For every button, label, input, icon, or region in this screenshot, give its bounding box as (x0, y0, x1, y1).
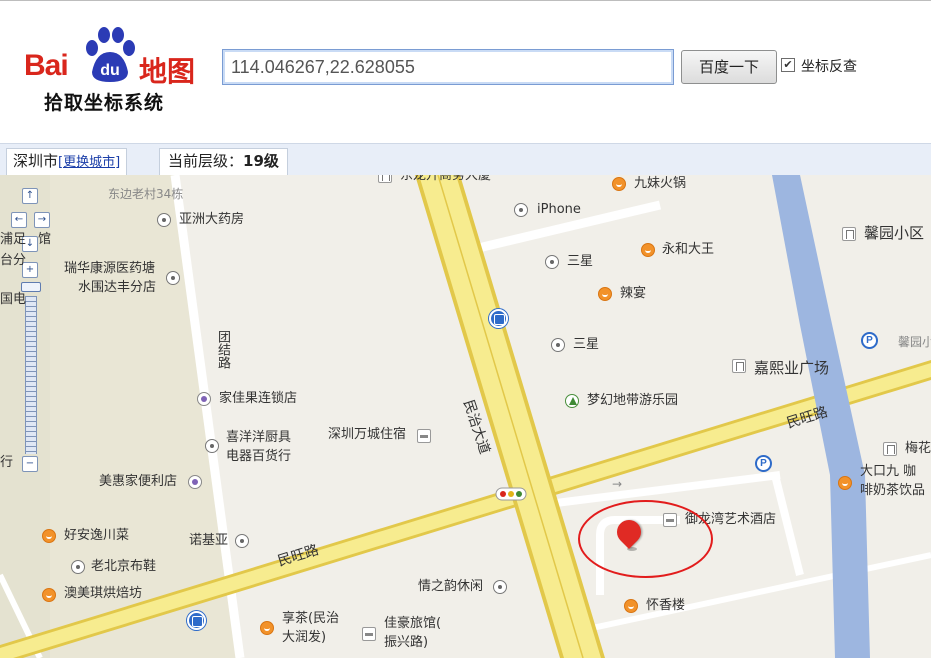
poi-layan-icon[interactable] (598, 287, 612, 301)
pan-up-button[interactable]: ↑ (22, 188, 38, 204)
bus-stop-icon-north[interactable] (489, 309, 508, 328)
paw-icon: du (86, 27, 135, 82)
coordinate-search-input[interactable] (222, 49, 674, 85)
road-label-tuanjie: 团结路 (215, 330, 230, 369)
map-label-meihui[interactable]: 美惠家便利店 (99, 474, 177, 490)
poi-qingzhi-icon[interactable] (493, 580, 507, 594)
poi-huaixiang-icon[interactable] (624, 599, 638, 613)
reverse-lookup-label[interactable]: 坐标反查 (801, 56, 857, 76)
map-label-wancheng[interactable]: 深圳万城住宿 (328, 427, 406, 443)
map-label-xiangcha1[interactable]: 享茶(民治 (282, 611, 339, 627)
map-label-xinyuan-p[interactable]: 馨园小 (898, 334, 931, 350)
logo-subtitle: 拾取坐标系统 (44, 92, 165, 114)
map-label-qingzhi[interactable]: 情之韵休闲 (418, 579, 483, 595)
poi-nuojiya-icon[interactable] (235, 534, 249, 548)
oneway-arrow-icon: → (612, 477, 622, 491)
poi-xinyuan-icon[interactable] (842, 227, 856, 241)
logo-du-text: du (100, 62, 120, 79)
poi-aomei-icon[interactable] (42, 588, 56, 602)
poi-dakou-icon[interactable] (838, 476, 852, 490)
zoom-slider-handle[interactable] (21, 282, 41, 292)
poi-jiahao-icon[interactable] (362, 627, 376, 641)
top-border (0, 0, 931, 1)
pan-left-button[interactable]: ← (11, 212, 27, 228)
map-label-ruihua2[interactable]: 水围达丰分店 (78, 280, 156, 296)
poi-pharmacy-icon[interactable] (157, 213, 171, 227)
level-label: 当前层级： (168, 152, 244, 170)
bus-stop-icon-south[interactable] (187, 611, 206, 630)
poi-sanxing1-icon[interactable] (545, 255, 559, 269)
map-label-xiyang1[interactable]: 喜洋洋厨具 (226, 430, 291, 446)
search-button[interactable]: 百度一下 (681, 50, 777, 84)
map-label-jiaxi[interactable]: 嘉熙业广场 (754, 360, 829, 376)
map-label-aomei[interactable]: 澳美琪烘焙坊 (64, 586, 142, 602)
poi-yonghe-icon[interactable] (641, 243, 655, 257)
poi-wancheng-icon[interactable] (417, 429, 431, 443)
logo-bai-text: Bai (24, 49, 69, 82)
map-label-iphone[interactable]: iPhone (537, 202, 581, 218)
highlight-circle (578, 500, 713, 578)
map-label-nuojiya[interactable]: 诺基亚 (189, 533, 228, 549)
pan-right-button[interactable]: → (34, 212, 50, 228)
poi-meihua-icon[interactable] (883, 442, 897, 456)
reverse-lookup-checkbox[interactable]: ✔ (781, 58, 795, 72)
map-label-jiahao1[interactable]: 佳豪旅馆( (384, 616, 441, 632)
map-label-huaixiang[interactable]: 怀香楼 (646, 598, 685, 614)
poi-meihui-icon[interactable] (188, 475, 202, 489)
poi-laobeijing-icon[interactable] (71, 560, 85, 574)
poi-ruihua-icon[interactable] (166, 271, 180, 285)
map-label-laobeijing[interactable]: 老北京布鞋 (91, 559, 156, 575)
change-city-link[interactable]: [更换城市] (58, 155, 120, 170)
street-mid-v (771, 474, 804, 576)
map-canvas[interactable]: → ↑ ← → ↓ + − 浦足 馆 台分 国电 行 东边老村34栋 亚洲大药房… (0, 175, 931, 658)
map-label-meihua[interactable]: 梅花 (905, 441, 931, 457)
map-label-dongbian: 东边老村34栋 (108, 187, 184, 201)
map-label-sanxing1[interactable]: 三星 (567, 254, 593, 270)
parking-icon-north[interactable]: P (861, 332, 878, 349)
map-label-left4: 国电 (0, 292, 27, 307)
poi-iphone-icon[interactable] (514, 203, 528, 217)
poi-haoan-icon[interactable] (42, 529, 56, 543)
poi-sanxing2-icon[interactable] (551, 338, 565, 352)
map-label-xinyuan[interactable]: 馨园小区 (864, 225, 924, 241)
zoom-slider-track[interactable] (25, 296, 37, 454)
map-label-sanxing2[interactable]: 三星 (573, 337, 599, 353)
poi-jiumei-icon[interactable] (612, 177, 626, 191)
city-tab: 深圳市[更换城市] (6, 148, 128, 176)
zoom-out-button[interactable]: − (22, 456, 38, 472)
map-label-jiajiaguo[interactable]: 家佳果连锁店 (219, 391, 297, 407)
map-label-xiyang2[interactable]: 电器百货行 (226, 449, 291, 465)
level-value: 19级 (243, 152, 279, 170)
poi-jiaxi-icon[interactable] (732, 359, 746, 373)
map-label-left2: 馆 (38, 232, 52, 247)
map-label-yonghe[interactable]: 永和大王 (662, 242, 714, 258)
zoom-level-tab: 当前层级：19级 (159, 148, 288, 176)
map-label-left1: 浦足 (0, 232, 27, 247)
map-label-dakou2[interactable]: 啡奶茶饮品 (860, 483, 925, 499)
map-label-ruihua1[interactable]: 瑞华康源医药塘 (64, 261, 155, 277)
map-label-left5: 行 (0, 455, 14, 470)
map-label-dakou1[interactable]: 大口九 咖 (860, 464, 916, 480)
parking-icon-south[interactable]: P (755, 455, 772, 472)
info-bar (0, 143, 931, 176)
poi-mengmeng-icon[interactable] (565, 394, 579, 408)
map-label-layan[interactable]: 辣宴 (620, 286, 646, 302)
map-label-yazhou[interactable]: 亚洲大药房 (179, 212, 244, 228)
map-label-xiangcha2[interactable]: 大润发) (282, 630, 326, 646)
poi-jiajiaguo-icon[interactable] (197, 392, 211, 406)
poi-xiangcha-icon[interactable] (260, 621, 274, 635)
map-label-left3: 台分 (0, 253, 27, 268)
map-label-mengmeng[interactable]: 梦幻地带游乐园 (587, 393, 678, 409)
poi-dongdragon-icon[interactable] (378, 175, 392, 183)
map-label-haoan[interactable]: 好安逸川菜 (64, 528, 129, 544)
map-label-jiahao2[interactable]: 振兴路) (384, 635, 428, 651)
poi-xiyang-icon[interactable] (205, 439, 219, 453)
map-label-dongdragon[interactable]: 东龙升商务大厦 (400, 175, 491, 184)
baidu-map-logo[interactable]: Bai du 地图 拾取坐标系统 (24, 24, 204, 116)
city-name: 深圳市 (13, 152, 59, 170)
logo-map-text: 地图 (139, 55, 196, 88)
map-label-jiumei[interactable]: 九妹火锅 (634, 176, 686, 192)
